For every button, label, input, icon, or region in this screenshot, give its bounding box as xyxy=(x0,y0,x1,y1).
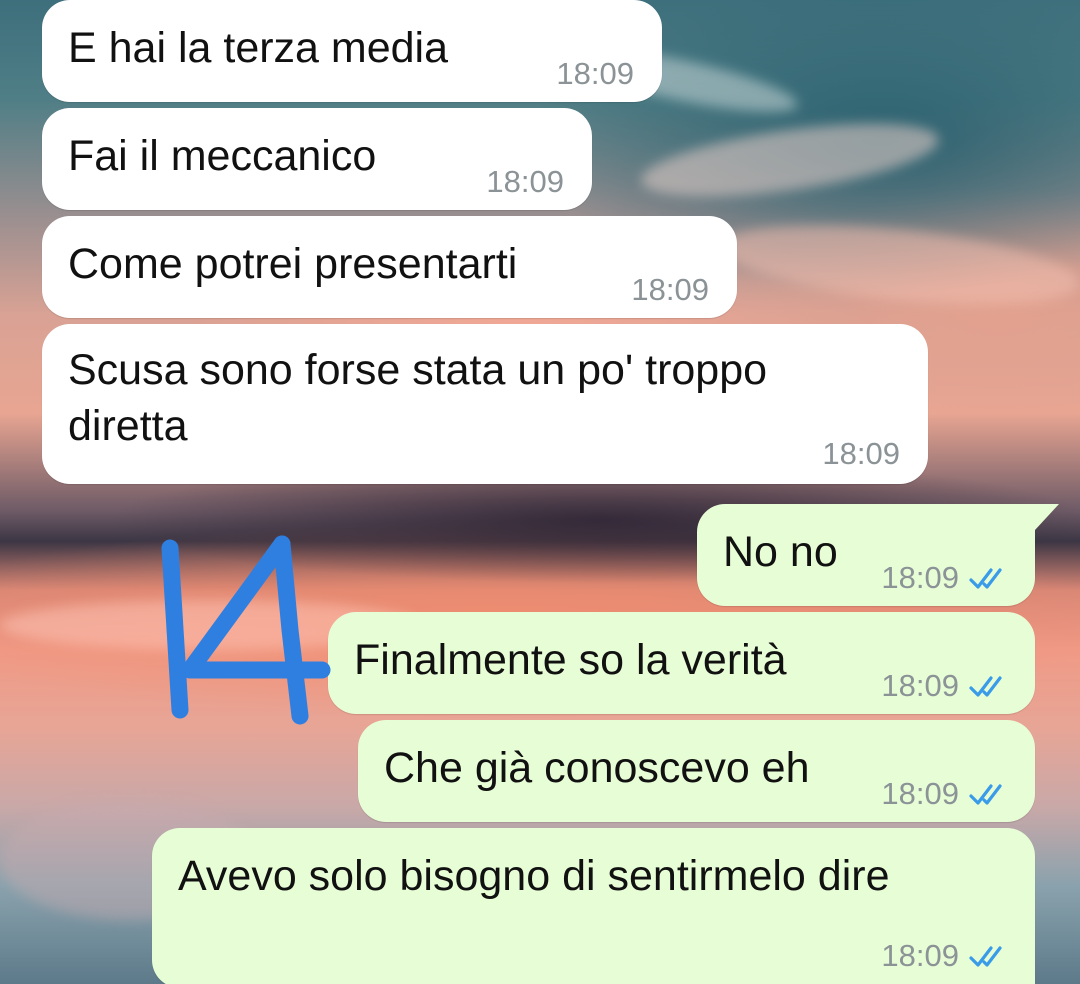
message-time: 18:09 xyxy=(881,560,959,595)
message-text: Fai il meccanico xyxy=(68,132,377,180)
message-text: Avevo solo bisogno di sentirmelo dire xyxy=(178,852,890,900)
double-check-read-icon xyxy=(969,676,1002,697)
message-bubble-incoming[interactable]: Come potrei presentarti 18:09 xyxy=(42,216,737,318)
message-timestamp-group: 18:09 xyxy=(881,766,1013,822)
double-check-read-icon xyxy=(969,784,1002,805)
message-text: No no xyxy=(723,528,838,576)
message-bubble-outgoing[interactable]: Avevo solo bisogno di sentirmelo dire 18… xyxy=(152,828,1035,984)
message-timestamp-group: 18:09 xyxy=(556,46,634,102)
message-timestamp-group: 18:09 xyxy=(881,550,1013,606)
bubble-tail xyxy=(1035,504,1059,530)
double-check-read-icon xyxy=(969,946,1002,967)
message-bubble-outgoing[interactable]: Che già conoscevo eh 18:09 xyxy=(358,720,1035,822)
message-text: Che già conoscevo eh xyxy=(384,744,810,792)
message-timestamp-group: 18:09 xyxy=(881,928,1013,984)
message-time: 18:09 xyxy=(631,272,709,307)
message-time: 18:09 xyxy=(881,938,959,973)
message-text: Scusa sono forse stata un po' troppo dir… xyxy=(68,346,768,450)
message-timestamp-group: 18:09 xyxy=(881,658,1013,714)
message-time: 18:09 xyxy=(486,164,564,199)
message-bubble-outgoing[interactable]: No no 18:09 xyxy=(697,504,1035,606)
message-text: Come potrei presentarti xyxy=(68,240,518,288)
message-time: 18:09 xyxy=(881,776,959,811)
message-time: 18:09 xyxy=(881,668,959,703)
message-text: E hai la terza media xyxy=(68,24,449,72)
message-time: 18:09 xyxy=(822,436,900,471)
message-timestamp-group: 18:09 xyxy=(486,154,564,210)
message-bubble-incoming[interactable]: E hai la terza media 18:09 xyxy=(42,0,662,102)
message-text: Finalmente so la verità xyxy=(354,636,787,684)
message-timestamp-group: 18:09 xyxy=(822,426,900,482)
message-bubble-incoming[interactable]: Fai il meccanico 18:09 xyxy=(42,108,592,210)
message-bubble-outgoing[interactable]: Finalmente so la verità 18:09 xyxy=(328,612,1035,714)
double-check-read-icon xyxy=(969,568,1002,589)
message-timestamp-group: 18:09 xyxy=(631,262,709,318)
handwritten-14-marker xyxy=(161,535,331,725)
message-bubble-incoming[interactable]: Scusa sono forse stata un po' troppo dir… xyxy=(42,324,928,484)
message-time: 18:09 xyxy=(556,56,634,91)
